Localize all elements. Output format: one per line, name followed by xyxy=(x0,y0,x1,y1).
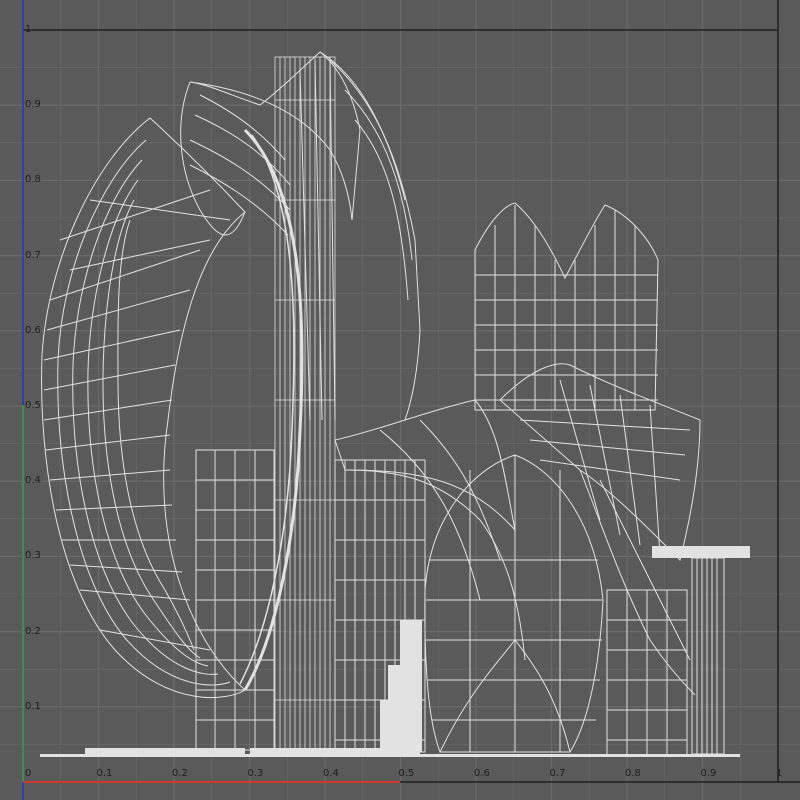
v-tick-label: 0.5 xyxy=(25,400,41,411)
v-tick-label: 0.3 xyxy=(25,550,41,562)
v-tick-label: 0.6 xyxy=(25,324,41,336)
uv-shell-vertical-strips[interactable] xyxy=(274,56,336,753)
u-tick-label: 0.4 xyxy=(323,768,339,779)
uv-shell-left-crescent[interactable] xyxy=(41,117,246,699)
uv-shells[interactable] xyxy=(40,51,750,757)
v-tick-label: 1 xyxy=(25,24,32,35)
v-tick-label: 0.8 xyxy=(25,174,41,186)
uv-shell-center-ribbon[interactable] xyxy=(334,399,526,753)
v-tick-label: 0.7 xyxy=(25,249,41,261)
u-tick-label: 0.8 xyxy=(625,768,641,779)
u-tick-label: 0.7 xyxy=(549,768,566,779)
v-tick-label: 0.4 xyxy=(25,475,41,487)
u-tick-label: 0.2 xyxy=(172,768,188,779)
u-tick-label: 1 xyxy=(776,768,783,779)
u-tick-label: 0.9 xyxy=(700,768,717,779)
uv-editor-viewport[interactable]: 0 0.1 0.2 0.3 0.4 0.5 0.6 0.7 0.8 0.9 1 0.1 0.2 0.3 0… xyxy=(0,0,800,800)
uv-shell-lower-block[interactable] xyxy=(195,449,275,751)
u-tick-label: 0.5 xyxy=(398,768,415,779)
v-tick-label: 0.1 xyxy=(25,700,41,712)
u-tick-label: 0.1 xyxy=(96,768,113,779)
u-tick-label: 0.3 xyxy=(247,768,264,779)
uv-shell-right-folded[interactable] xyxy=(499,363,701,696)
v-tick-label: 0.2 xyxy=(25,625,41,637)
uv-shell-solid-bars[interactable] xyxy=(40,620,740,757)
uv-shell-right-notched[interactable] xyxy=(474,202,659,411)
u-tick-label: 0.6 xyxy=(474,768,490,779)
v-tick-label: 0.9 xyxy=(25,99,41,111)
u-tick-label: 0 xyxy=(25,768,32,779)
uv-canvas[interactable] xyxy=(0,0,800,800)
